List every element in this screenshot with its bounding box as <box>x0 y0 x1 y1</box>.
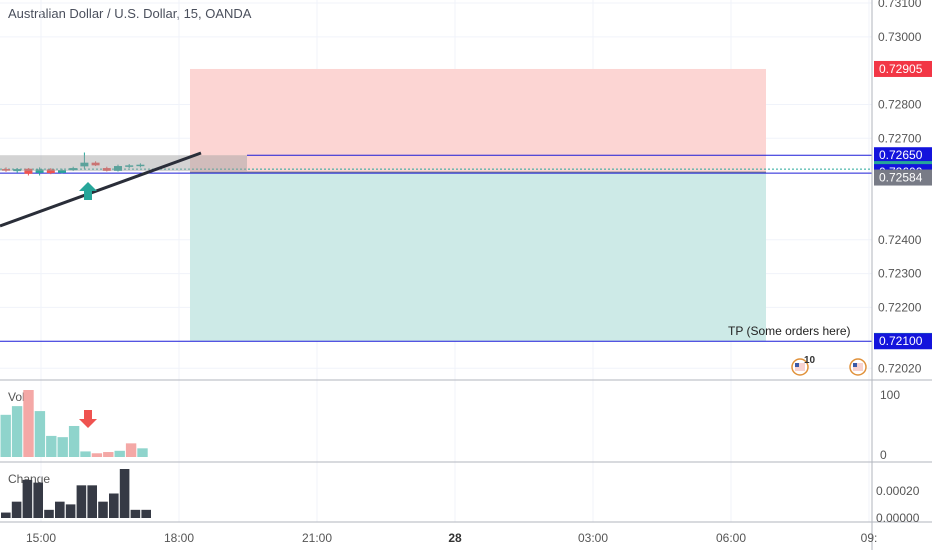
volume-bar <box>57 437 68 457</box>
volume-bar <box>68 425 80 457</box>
change-bar <box>119 469 130 518</box>
sell-arrow-icon[interactable] <box>79 410 97 428</box>
volume-bar <box>103 452 114 457</box>
volume-bar <box>80 451 91 457</box>
change-bar <box>55 501 65 518</box>
volume-bar <box>46 435 57 457</box>
price-axis-tick: 0.72300 <box>878 267 922 281</box>
change-bar <box>98 501 108 518</box>
price-badge-label: 0.72100 <box>879 334 923 348</box>
price-badge-label: 0.72584 <box>879 171 923 185</box>
time-axis-tick: 21:00 <box>302 531 332 545</box>
take-profit-zone[interactable] <box>190 172 766 341</box>
price-axis-tick: 0.73100 <box>878 0 922 10</box>
change-bar <box>44 509 54 518</box>
price-axis-tick: 0.72020 <box>878 361 922 375</box>
price-axis-tick: 0.72400 <box>878 233 922 247</box>
change-series <box>1 469 151 518</box>
volume-bar <box>91 453 103 457</box>
change-bar <box>109 493 119 518</box>
time-axis-tick: 06:00 <box>716 531 746 545</box>
volume-bar <box>23 390 34 457</box>
volume-bar <box>114 450 125 457</box>
volume-bar <box>34 411 46 457</box>
time-axis-tick: 28 <box>448 531 462 545</box>
volume-series <box>0 390 148 457</box>
economic-event[interactable]: 10 <box>791 355 816 376</box>
volume-bar <box>125 443 137 457</box>
price-axis-tick: 0.72800 <box>878 97 922 111</box>
price-axis-tick: 0.72700 <box>878 131 922 145</box>
change-bar <box>33 482 43 518</box>
price-axis-tick: 0.73000 <box>878 30 922 44</box>
change-bar <box>76 485 87 518</box>
economic-event[interactable] <box>849 358 867 376</box>
volume-axis-tick: 100 <box>880 388 900 402</box>
position-zones[interactable] <box>190 68 766 341</box>
price-badge-label: 0.72650 <box>879 148 923 162</box>
change-bar <box>65 504 76 518</box>
change-bar <box>130 509 141 518</box>
volume-axis-tick: 0 <box>880 448 887 462</box>
change-bar <box>141 509 151 518</box>
time-axis-tick: 03:00 <box>578 531 608 545</box>
flag-canton <box>853 363 857 367</box>
event-count: 10 <box>804 355 816 366</box>
stop-loss-zone[interactable] <box>190 68 766 173</box>
change-bar <box>87 485 97 518</box>
price-badge-label: 0.72905 <box>879 62 923 76</box>
change-axis-tick: 0.00020 <box>876 484 920 498</box>
volume-bar <box>0 414 11 457</box>
time-axis-tick: 15:00 <box>26 531 56 545</box>
change-bar <box>22 479 33 518</box>
flag-canton <box>795 363 799 367</box>
change-bar <box>1 512 11 518</box>
volume-bar <box>137 448 148 457</box>
change-axis-tick: 0.00000 <box>876 511 920 525</box>
volume-bar <box>11 406 23 457</box>
consolidation-box[interactable] <box>0 155 247 172</box>
time-axis-tick: 09: <box>861 531 878 545</box>
change-bar <box>11 501 22 518</box>
price-axis-tick: 0.72200 <box>878 300 922 314</box>
time-axis-tick: 18:00 <box>164 531 194 545</box>
tp-label: TP (Some orders here) <box>728 324 851 338</box>
price-chart[interactable]: TP (Some orders here) 100 0 0.00020 0.00000… <box>0 0 932 550</box>
